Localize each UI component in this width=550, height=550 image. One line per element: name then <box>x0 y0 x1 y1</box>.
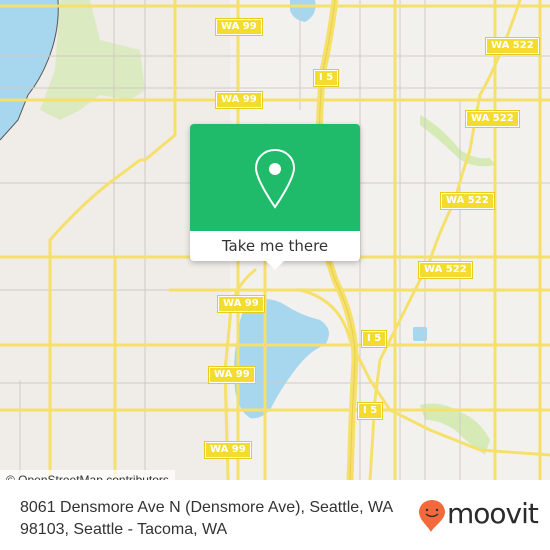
popup-header <box>190 124 360 231</box>
highway-shield-i5: I 5 <box>312 69 340 87</box>
highway-shield-wa99: WA 99 <box>215 91 263 109</box>
highway-shield-i5: I 5 <box>360 330 388 348</box>
puget-sound-water <box>0 0 59 140</box>
popup-pointer <box>266 261 284 270</box>
highway-shield-wa99: WA 99 <box>215 18 263 36</box>
highway-shield-i5: I 5 <box>356 402 384 420</box>
highway-shield-wa99: WA 99 <box>217 295 265 313</box>
address-text: 8061 Densmore Ave N (Densmore Ave), Seat… <box>20 499 393 538</box>
highway-shield-wa522: WA 522 <box>440 192 495 210</box>
take-me-there-button[interactable]: Take me there <box>190 231 360 261</box>
highway-shield-wa99: WA 99 <box>204 441 252 459</box>
highway-shield-wa522: WA 522 <box>485 37 540 55</box>
moovit-logo[interactable]: moovit <box>417 497 539 534</box>
highway-shield-wa522: WA 522 <box>418 261 473 279</box>
highway-shield-wa99: WA 99 <box>208 366 256 384</box>
map-attribution[interactable]: © OpenStreetMap contributors <box>0 470 175 480</box>
moovit-wordmark: moovit <box>447 497 539 530</box>
highway-shield-wa522: WA 522 <box>465 110 520 128</box>
moovit-pin-icon <box>419 500 445 532</box>
destination-popup[interactable]: Take me there <box>190 124 360 270</box>
location-pin-icon <box>254 148 296 209</box>
